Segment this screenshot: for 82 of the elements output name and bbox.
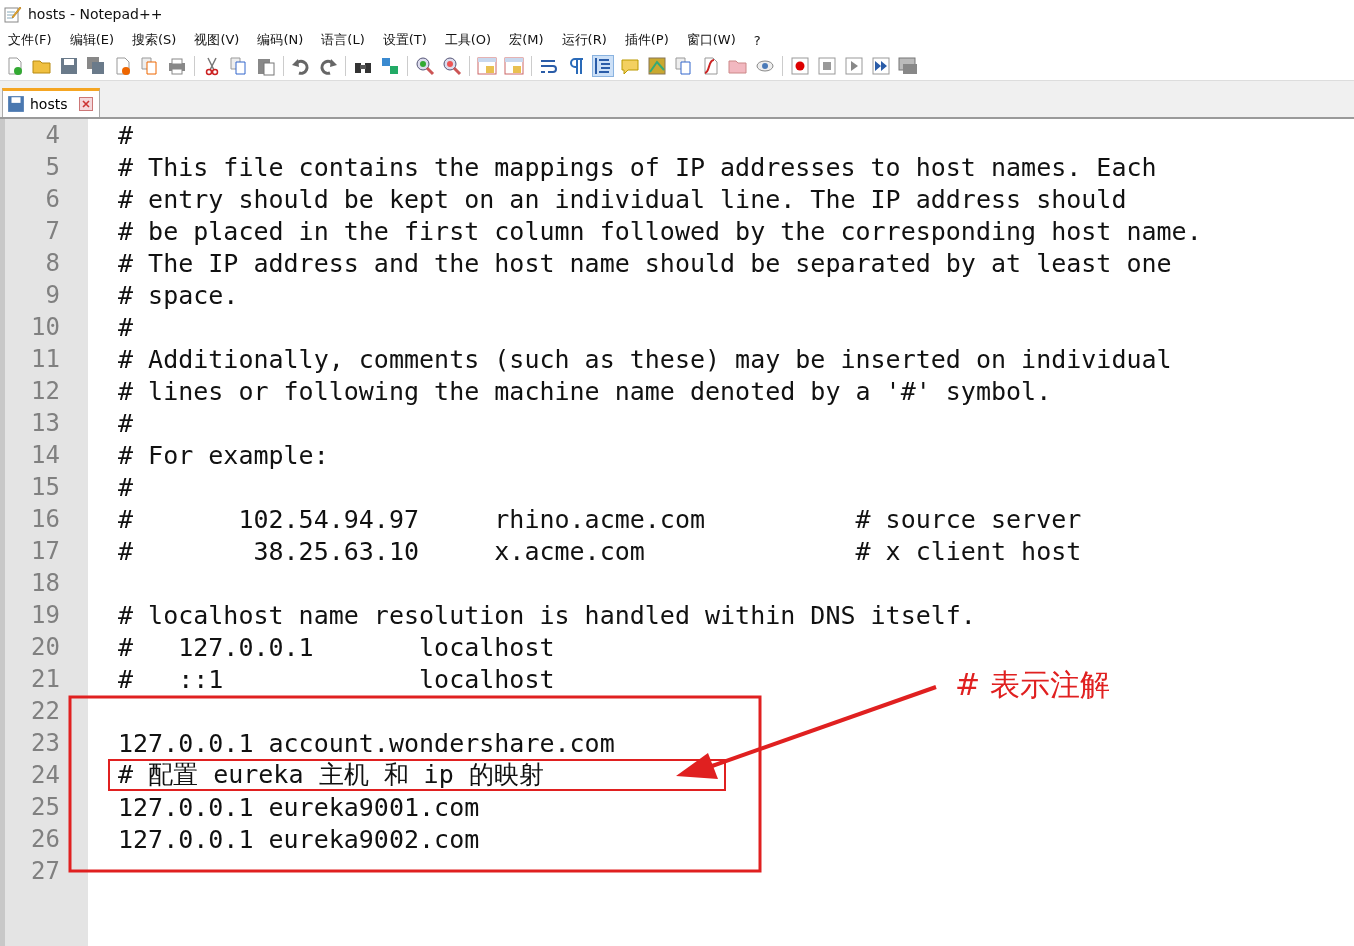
code-line: # [118,122,134,148]
redo-icon[interactable] [318,56,338,76]
line-number: 8 [44,249,60,277]
code-line: # [118,410,134,436]
code-line: # 102.54.94.97 rhino.acme.com # source server [118,506,1082,532]
line-number: 18 [30,569,60,597]
indent-guide-icon[interactable] [593,56,613,76]
menu-item[interactable]: 宏(M) [509,31,553,49]
fast-forward-icon[interactable] [871,56,891,76]
line-number: 19 [30,601,60,629]
code-line: # [118,474,134,500]
copy-icon[interactable] [229,56,249,76]
line-number: 15 [30,473,60,501]
line-number: 5 [44,153,60,181]
window-title: hosts - Notepad++ [28,6,163,22]
code-line: # Additionally, comments (such as these) may be inserted on individual [118,346,1172,372]
menu-item[interactable]: 文件(F) [8,31,61,49]
line-number: 11 [30,345,60,373]
menu-item[interactable]: 工具(O) [444,31,501,49]
code-line: # 38.25.63.10 x.acme.com # x client host [118,538,1082,564]
menu-item[interactable]: 编码(N) [257,31,313,49]
annotation-label: # 表示注解 [955,666,1110,704]
close-icon[interactable] [78,97,93,111]
line-number: 17 [30,537,60,565]
menu-item[interactable]: 窗口(W) [686,31,745,49]
note-icon[interactable] [620,56,640,76]
close-file-icon[interactable] [113,56,133,76]
code-line: 127.0.0.1 eureka9002.com [118,826,480,852]
menu-item[interactable]: 运行(R) [561,31,616,49]
file-tab[interactable]: hosts [2,88,100,117]
new-file-icon[interactable] [5,56,25,76]
menu-item[interactable]: 设置(T) [382,31,436,49]
menu-item[interactable]: 视图(V) [194,31,249,49]
save-icon[interactable] [59,56,79,76]
code-line: 127.0.0.1 eureka9001.com [118,794,480,820]
line-number: 12 [30,377,60,405]
line-number: 27 [30,857,60,885]
code-line: # lines or following the machine name denoted by a '#' symbol. [118,378,1052,404]
code-line: # This file contains the mappings of IP addresses to host names. Each [118,154,1157,180]
line-number: 22 [30,697,60,725]
line-number: 7 [44,217,60,245]
code-line: 127.0.0.1 account.wondershare.com [118,730,615,756]
line-number: 14 [30,441,60,469]
menu-item[interactable]: ? [753,32,770,48]
zoom-in-icon[interactable] [415,56,435,76]
line-number: 26 [30,825,60,853]
menu-item[interactable]: 插件(P) [624,31,678,49]
menu-item[interactable]: 编辑(E) [69,31,123,49]
close-all-icon[interactable] [140,56,160,76]
line-number: 13 [30,409,60,437]
record-icon[interactable] [790,56,810,76]
line-number: 20 [30,633,60,661]
code-line: # ::1 localhost [118,666,555,692]
menu-item[interactable]: 搜索(S) [132,31,186,49]
code-line: # The IP address and the host name should be separated by at least one [118,250,1172,276]
code-line: # entry should be kept on an individual line. The IP address should [118,186,1127,212]
line-number: 23 [30,729,60,757]
code-line: # space. [118,282,239,308]
tab-label: hosts [30,96,68,112]
line-number: 24 [30,761,60,789]
play-icon[interactable] [844,56,864,76]
line-number: 9 [44,281,60,309]
menu-item[interactable]: 语言(L) [321,31,374,49]
code-line: # localhost name resolution is handled within DNS itself. [118,602,976,628]
line-number: 21 [30,665,60,693]
line-number: 25 [30,793,60,821]
line-number: 6 [44,185,60,213]
paste-icon[interactable] [256,56,276,76]
code-line: # [118,314,134,340]
line-number: 10 [30,313,60,341]
save-icon [7,95,25,113]
code-line: # For example: [118,442,329,468]
code-line: # 127.0.0.1 localhost [118,634,555,660]
zoom-out-icon[interactable] [442,56,462,76]
line-number: 4 [44,121,60,149]
code-line: # be placed in the first column followed by the corresponding host name. [118,218,1202,244]
print-icon[interactable] [167,56,187,76]
document-list-icon[interactable] [674,56,694,76]
stop-icon[interactable] [817,56,837,76]
line-number: 16 [30,505,60,533]
save-all-icon[interactable] [86,56,106,76]
notepad-icon [4,5,22,23]
